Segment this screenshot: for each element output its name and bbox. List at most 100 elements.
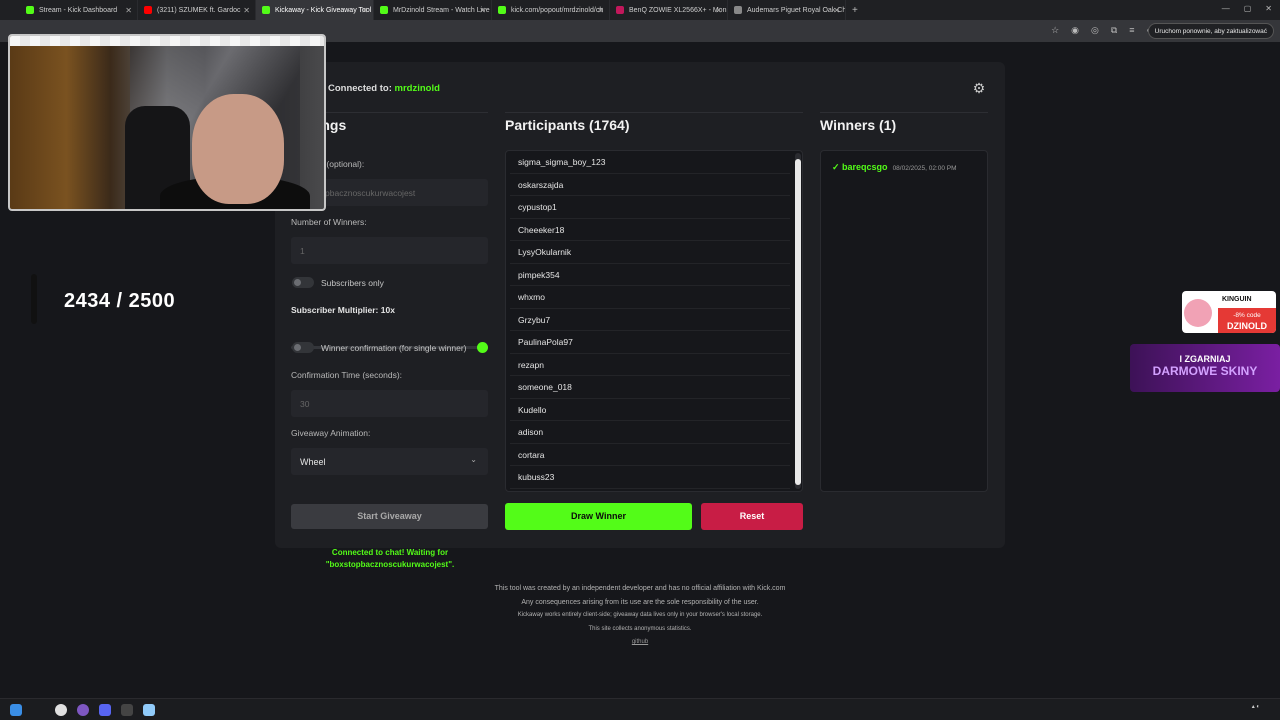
tab-close-icon[interactable]: ✕: [361, 6, 368, 15]
animation-label: Giveaway Animation:: [291, 428, 371, 438]
draw-winner-button[interactable]: Draw Winner: [505, 503, 692, 530]
participants-list[interactable]: sigma_sigma_boy_123 oskarszajda cypustop1 C…: [505, 150, 803, 492]
participant-row: Grzybu7: [510, 309, 790, 331]
subscribers-only-toggle[interactable]: [292, 277, 314, 288]
maximize-icon[interactable]: ▢: [1244, 4, 1252, 13]
start-giveaway-button[interactable]: Start Giveaway: [291, 504, 488, 529]
winners-count-label: Number of Winners:: [291, 217, 367, 227]
tab-label: kick.com/popout/mrdzinold/ch: [511, 6, 604, 14]
promo-line-1: I ZGARNIAJ: [1179, 354, 1231, 364]
sponsor-code: DZINOLD: [1227, 321, 1267, 331]
media-icon[interactable]: ≡: [1129, 25, 1134, 36]
tab-favicon-icon: [734, 6, 742, 14]
discord-icon[interactable]: [99, 704, 111, 716]
webcam-overlay: [8, 34, 326, 211]
promo-line-2: DARMOWE SKINY: [1152, 364, 1258, 378]
tab-favicon-icon: [144, 6, 152, 14]
update-browser-button[interactable]: Uruchom ponownie, aby zaktualizować: [1147, 23, 1274, 39]
start-icon[interactable]: [10, 704, 22, 716]
footer: This tool was created by an independent …: [390, 582, 890, 650]
winner-entry: ✓ bareqcsgo 08/02/2025, 02:00 PM: [832, 162, 957, 173]
tab-label: BenQ ZOWIE XL2566X+ - Moni: [629, 6, 728, 14]
footer-line: Any consequences arising from its use ar…: [521, 598, 759, 606]
browser-tab[interactable]: Stream - Kick Dashboard ✕: [20, 0, 138, 20]
footer-line: This site collects anonymous statistics.: [588, 625, 692, 632]
slider-thumb[interactable]: [477, 342, 488, 353]
os-taskbar: ▴ ◐: [0, 698, 1280, 720]
bookmark-star-icon[interactable]: ☆: [1051, 25, 1059, 36]
winner-confirmation-toggle[interactable]: [292, 342, 314, 353]
window-controls: — ▢ ✕: [1222, 4, 1272, 13]
tab-close-icon[interactable]: ✕: [833, 6, 840, 15]
chrome-icon[interactable]: [55, 704, 67, 716]
divider: [820, 112, 988, 113]
extension-icons: ☆ ◉ ◎ ⧉ ≡ ●: [1051, 25, 1152, 36]
participant-row: rezapn: [510, 354, 790, 376]
tab-favicon-icon: [380, 6, 388, 14]
scrollbar-thumb[interactable]: [795, 159, 801, 485]
webcam-person-face: [192, 94, 284, 204]
close-window-icon[interactable]: ✕: [1265, 4, 1272, 13]
app-icon[interactable]: [121, 704, 133, 716]
participants-title: Participants (1764): [505, 117, 630, 133]
tab-close-icon[interactable]: ✕: [479, 6, 486, 15]
tab-label: MrDzinold Stream - Watch Live: [393, 6, 490, 14]
sponsor-banner-skins: I ZGARNIAJ DARMOWE SKINY: [1130, 344, 1280, 392]
sponsor-brand: KINGUIN: [1222, 296, 1252, 303]
scrollbar[interactable]: [795, 153, 801, 489]
tab-close-icon[interactable]: ✕: [125, 6, 132, 15]
puzzle-icon[interactable]: ⧉: [1111, 25, 1117, 36]
browser-tab[interactable]: MrDzinold Stream - Watch Live ✕: [374, 0, 492, 20]
extension-icon[interactable]: ◎: [1091, 25, 1099, 36]
tab-close-icon[interactable]: ✕: [243, 6, 250, 15]
tab-favicon-icon: [26, 6, 34, 14]
multiplier-label: Subscriber Multiplier: 10x: [291, 305, 395, 315]
tab-close-icon[interactable]: ✕: [597, 6, 604, 15]
connection-label: Connected to: mrdzinold: [328, 83, 440, 94]
extension-icon[interactable]: ◉: [1071, 25, 1079, 36]
browser-tab[interactable]: Audemars Piguet Royal Oak Ch ✕: [728, 0, 846, 20]
animation-value: Wheel: [300, 457, 326, 467]
confirmation-time-input[interactable]: 30: [291, 390, 488, 417]
participant-row: cortara: [510, 444, 790, 466]
tab-favicon-icon: [262, 6, 270, 14]
winner-name: ✓ bareqcsgo: [832, 162, 888, 172]
reset-button[interactable]: Reset: [701, 503, 803, 530]
winners-count-input[interactable]: 1: [291, 237, 488, 264]
minimize-icon[interactable]: —: [1222, 4, 1230, 13]
tab-favicon-icon: [616, 6, 624, 14]
winner-confirmation-label: Winner confirmation (for single winner): [321, 343, 467, 353]
browser-tab[interactable]: kick.com/popout/mrdzinold/ch ✕: [492, 0, 610, 20]
tab-favicon-icon: [498, 6, 506, 14]
divider: [505, 112, 803, 113]
sponsor-discount: -8% code: [1233, 312, 1261, 319]
browser-tab-bar: Stream - Kick Dashboard ✕ (3211) SZUMEK ft…: [0, 0, 1280, 20]
participant-row: kubuss23: [510, 466, 790, 489]
chevron-down-icon: ⌄: [470, 455, 477, 464]
winners-title: Winners (1): [820, 117, 897, 133]
participant-row: adison: [510, 421, 790, 444]
browser-tab[interactable]: Kickaway - Kick Giveaway Tool ✕: [256, 0, 374, 20]
browser-tab[interactable]: (3211) SZUMEK ft. Gardoc ✕: [138, 0, 256, 20]
tab-close-icon[interactable]: ✕: [715, 6, 722, 15]
tab-label: Stream - Kick Dashboard: [39, 6, 118, 14]
sponsor-banner-kinguin: KINGUIN -8% code DZINOLD: [1182, 291, 1276, 333]
webcam-snow-decoration: [10, 36, 324, 46]
status-message: Connected to chat! Waiting for "boxstopb…: [325, 548, 455, 569]
gear-icon[interactable]: ⚙: [971, 80, 987, 96]
tab-label: Kickaway - Kick Giveaway Tool: [275, 6, 372, 14]
participant-row: whxmo: [510, 286, 790, 309]
participant-row: LysyOkularnik: [510, 241, 790, 264]
app-icon[interactable]: [77, 704, 89, 716]
participant-row: someone_018: [510, 376, 790, 399]
animation-select[interactable]: Wheel ⌄: [291, 448, 488, 475]
app-icon[interactable]: [143, 704, 155, 716]
participant-row: pimpek354: [510, 264, 790, 286]
browser-tab[interactable]: BenQ ZOWIE XL2566X+ - Moni ✕: [610, 0, 728, 20]
tab-label: Audemars Piguet Royal Oak Ch: [747, 6, 846, 14]
sponsor-code-box: -8% code DZINOLD: [1218, 308, 1276, 333]
follower-counter: 2434 / 2500: [64, 290, 176, 312]
new-tab-button[interactable]: +: [852, 5, 858, 16]
github-link[interactable]: github: [390, 636, 890, 650]
connected-prefix: Connected to:: [328, 83, 395, 94]
